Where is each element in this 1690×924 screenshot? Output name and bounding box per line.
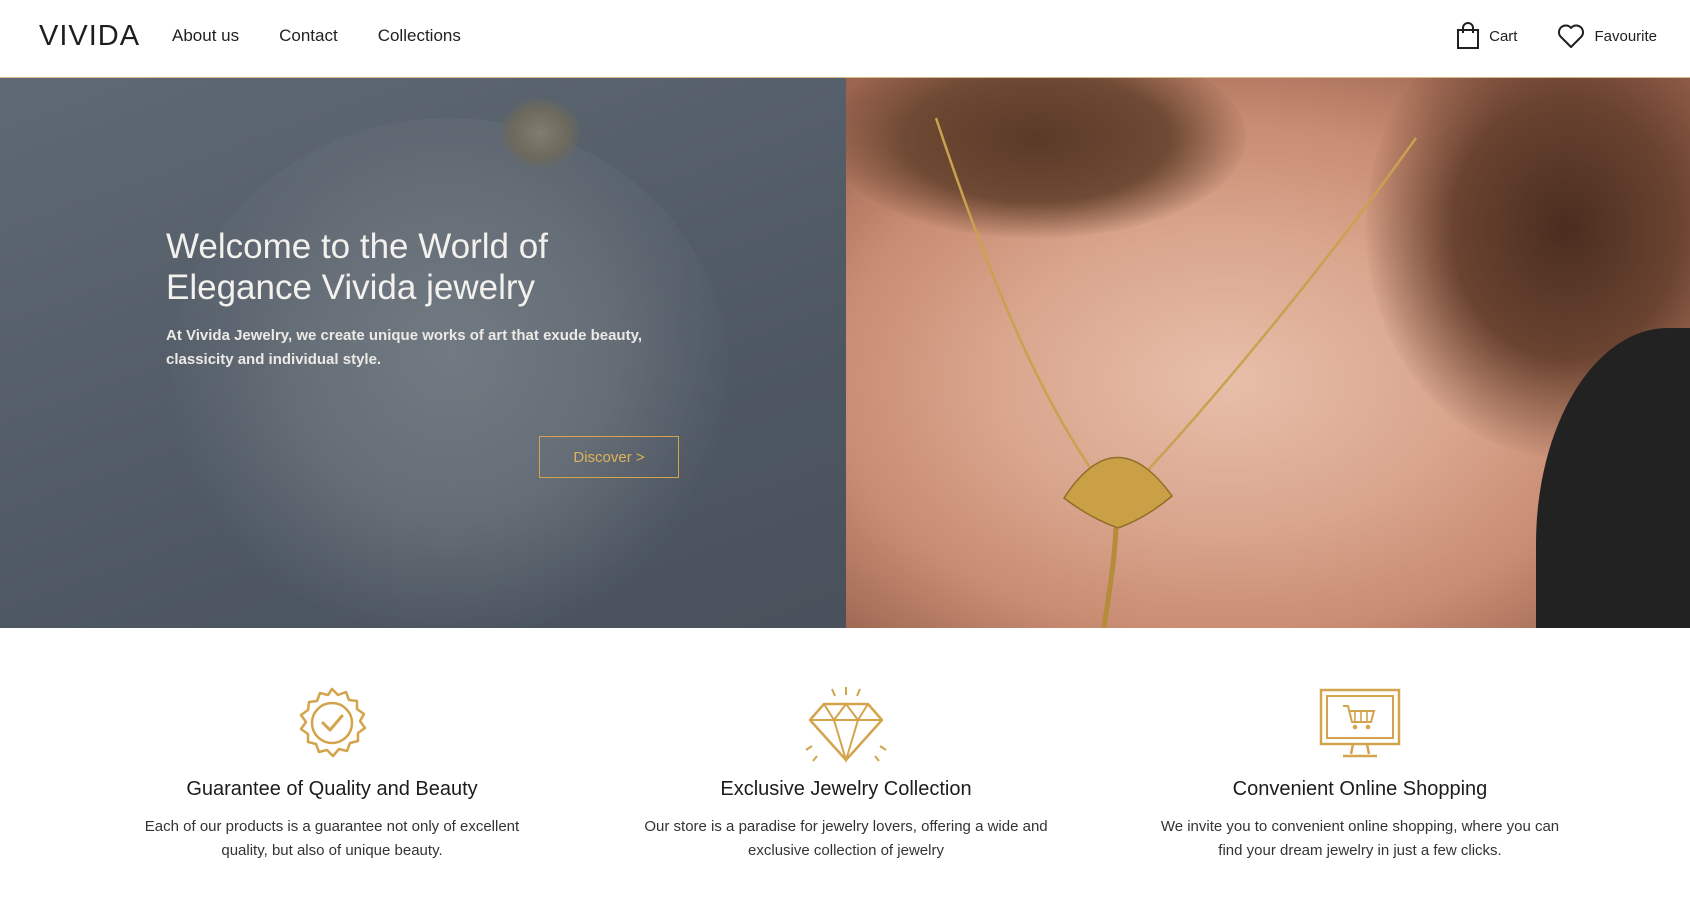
necklace	[934, 117, 1418, 628]
hero-right-photo	[846, 78, 1690, 628]
feature-title: Exclusive Jewelry Collection	[720, 778, 972, 800]
main-nav: About us Contact Collections	[172, 26, 461, 46]
cart-label: Cart	[1489, 27, 1518, 45]
hero-title: Welcome to the World of Elegance Vivida …	[166, 227, 548, 307]
favourite-button[interactable]: Favourite	[1557, 23, 1657, 49]
feature-online: Convenient Online Shopping We invite you…	[1150, 686, 1570, 863]
cart-button[interactable]: Cart	[1456, 22, 1517, 50]
hero-left-photo: Welcome to the World of Elegance Vivida …	[0, 78, 846, 628]
features-section: Guarantee of Quality and Beauty Each of …	[0, 628, 1690, 924]
nav-contact[interactable]: Contact	[279, 26, 338, 46]
logo[interactable]: VIVIDA	[39, 20, 140, 53]
header-actions: Cart Favourite	[1456, 22, 1657, 50]
feature-text: We invite you to convenient online shopp…	[1160, 818, 1560, 859]
feature-text: Our store is a paradise for jewelry love…	[644, 818, 1048, 859]
feature-quality: Guarantee of Quality and Beauty Each of …	[122, 686, 542, 863]
hero-subtitle: At Vivida Jewelry, we create unique work…	[166, 327, 642, 368]
feature-title: Guarantee of Quality and Beauty	[186, 778, 478, 800]
shopping-bag-icon	[1456, 22, 1480, 50]
feature-text: Each of our products is a guarantee not …	[144, 818, 520, 859]
discover-button[interactable]: Discover >	[539, 436, 679, 478]
quality-badge-icon	[294, 686, 370, 766]
diamond-icon	[804, 684, 888, 768]
favourite-label: Favourite	[1594, 27, 1657, 45]
heart-icon	[1557, 23, 1585, 49]
nav-about-us[interactable]: About us	[172, 26, 239, 46]
online-shopping-icon	[1319, 688, 1401, 764]
nav-collections[interactable]: Collections	[378, 26, 461, 46]
site-header: VIVIDA About us Contact Collections Cart…	[0, 0, 1690, 78]
hero-banner: Welcome to the World of Elegance Vivida …	[0, 78, 1690, 628]
feature-exclusive: Exclusive Jewelry Collection Our store i…	[636, 686, 1056, 863]
feature-title: Convenient Online Shopping	[1232, 778, 1488, 800]
